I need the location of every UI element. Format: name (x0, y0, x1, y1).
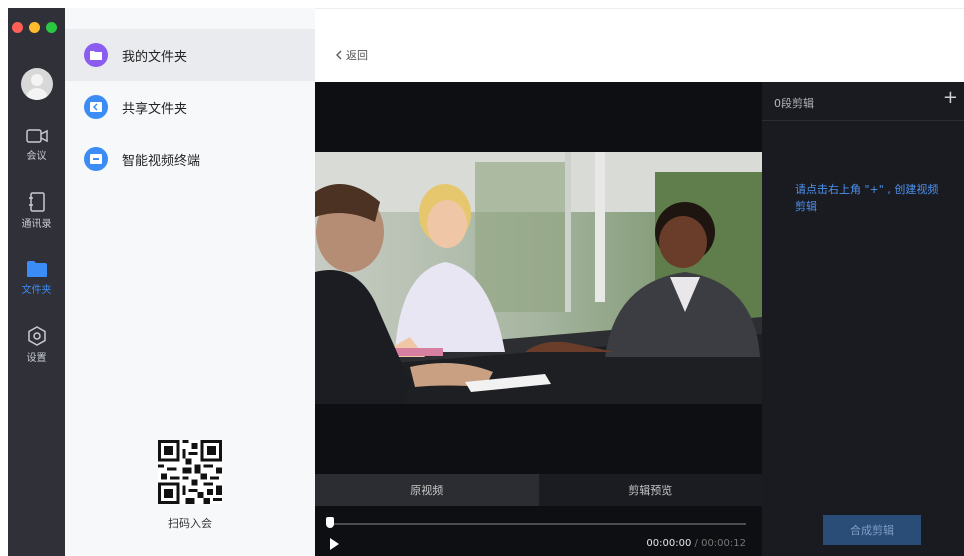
video-camera-icon (25, 129, 48, 143)
player-tabs: 原视频 剪辑预览 (315, 474, 762, 506)
folder-panel: 我的文件夹 共享文件夹 智能视频终端 扫码入会 (65, 8, 315, 556)
window-controls (12, 22, 57, 33)
back-label: 返回 (346, 49, 368, 62)
clips-panel: 0段剪辑 + 请点击右上角 "+" , 创建视频剪辑 合成剪辑 (762, 82, 964, 556)
total-time: 00:00:12 (701, 538, 746, 549)
rail-item-meeting[interactable]: 会议 (8, 128, 65, 162)
folder-icon (26, 261, 47, 277)
rail-item-label: 会议 (26, 151, 47, 162)
merge-clips-button[interactable]: 合成剪辑 (823, 515, 921, 545)
folder-item-label: 我的文件夹 (122, 49, 188, 65)
clips-hint: 请点击右上角 "+" , 创建视频剪辑 (795, 183, 939, 213)
rail-item-label: 通讯录 (21, 219, 52, 230)
contacts-icon (28, 192, 45, 212)
tab-clip-preview[interactable]: 剪辑预览 (538, 474, 762, 506)
rail-item-label: 设置 (26, 353, 47, 364)
rail-item-label: 文件夹 (21, 285, 52, 296)
video-terminal-icon (84, 147, 108, 171)
current-time: 00:00:00 (646, 538, 692, 549)
rail-item-folder[interactable]: 文件夹 (8, 260, 65, 296)
main-content: 返回 原视频 剪辑预览 00:00:00 / 00:00:12 0段剪辑 + 请… (315, 8, 964, 556)
chevron-left-icon (336, 50, 342, 60)
folder-item-video-terminal[interactable]: 智能视频终端 (65, 133, 315, 185)
my-folder-icon (84, 43, 108, 67)
qr-label: 扫码入会 (168, 517, 212, 530)
zoom-window-button[interactable] (46, 22, 57, 33)
app-rail: 会议 通讯录 文件夹 设置 (8, 8, 65, 556)
qr-code-icon[interactable] (158, 440, 222, 504)
rail-item-settings[interactable]: 设置 (8, 326, 65, 364)
play-icon[interactable] (330, 538, 339, 550)
clips-header: 0段剪辑 + (762, 82, 964, 121)
minimize-window-button[interactable] (29, 22, 40, 33)
tab-original-video[interactable]: 原视频 (315, 474, 539, 506)
folder-item-label: 智能视频终端 (122, 153, 201, 169)
video-frame-image (315, 152, 762, 404)
video-frame[interactable] (315, 152, 762, 404)
folder-item-label: 共享文件夹 (122, 101, 188, 117)
avatar[interactable] (21, 68, 53, 100)
clip-count: 0段剪辑 (774, 97, 814, 110)
video-player: 原视频 剪辑预览 00:00:00 / 00:00:12 (315, 82, 762, 556)
folder-item-my-folder[interactable]: 我的文件夹 (65, 29, 315, 81)
back-button[interactable]: 返回 (335, 47, 368, 63)
close-window-button[interactable] (12, 22, 23, 33)
add-clip-button[interactable]: + (943, 88, 958, 108)
share-folder-icon (84, 95, 108, 119)
time-readout: 00:00:00 / 00:00:12 (646, 538, 746, 549)
rail-item-contacts[interactable]: 通讯录 (8, 192, 65, 230)
progress-handle[interactable] (326, 517, 334, 528)
progress-bar[interactable] (328, 523, 746, 525)
settings-icon (27, 326, 46, 346)
folder-item-shared-folder[interactable]: 共享文件夹 (65, 81, 315, 133)
